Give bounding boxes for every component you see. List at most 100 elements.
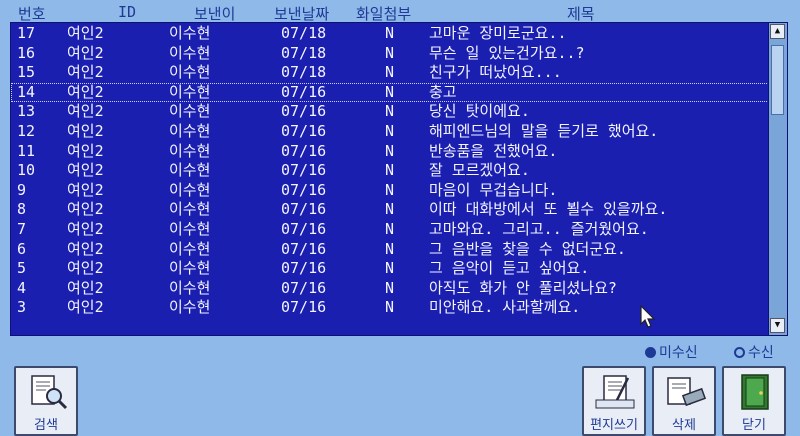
- scrollbar[interactable]: ▲ ▼: [768, 23, 787, 335]
- cell-date: 07/16: [281, 220, 327, 238]
- radio-unread-dot[interactable]: [645, 347, 656, 358]
- table-row[interactable]: 15 여인2 이수현 07/18 N 친구가 떠났어요...: [11, 63, 769, 82]
- cell-date: 07/16: [281, 239, 327, 258]
- radio-read-dot[interactable]: [734, 347, 745, 358]
- cell-subject: 해피엔드님의 말을 듣기로 했어요.: [429, 122, 659, 140]
- cell-no: 13: [17, 102, 36, 121]
- cell-id: 여인2: [67, 82, 104, 101]
- cell-attach: N: [385, 102, 395, 121]
- cell-no: 11: [17, 141, 36, 160]
- cell-date: 07/16: [281, 298, 327, 317]
- cell-no: 16: [17, 43, 36, 62]
- cell-date: 07/16: [281, 278, 327, 297]
- delete-button[interactable]: 삭제: [652, 366, 716, 436]
- scroll-thumb[interactable]: [771, 45, 784, 115]
- cell-id: 여인2: [67, 24, 104, 42]
- cell-subject: 고마와요. 그리고.. 즐거웠어요.: [429, 220, 649, 238]
- table-row[interactable]: 9 여인2 이수현 07/16 N 마음이 무겁습니다.: [11, 181, 769, 200]
- search-button-label: 검색: [34, 418, 58, 433]
- table-row[interactable]: 17 여인2 이수현 07/18 N 고마운 장미로군요..: [11, 24, 769, 43]
- table-row[interactable]: 5 여인2 이수현 07/16 N 그 음악이 듣고 싶어요.: [11, 259, 769, 278]
- cell-no: 9: [17, 180, 27, 199]
- cell-id: 여인2: [67, 122, 104, 140]
- cell-no: 6: [17, 239, 27, 258]
- cell-subject: 고마운 장미로군요..: [429, 24, 567, 42]
- cell-sender: 이수현: [169, 239, 211, 258]
- cell-sender: 이수현: [169, 259, 211, 278]
- cell-id: 여인2: [67, 239, 104, 258]
- cell-sender: 이수현: [169, 220, 211, 238]
- radio-unread-label: 미수신: [659, 345, 698, 361]
- radio-unread[interactable]: 미수신: [645, 342, 698, 362]
- table-row[interactable]: 6 여인2 이수현 07/16 N 그 음반을 찾을 수 없더군요.: [11, 240, 769, 259]
- compose-button-label: 편지쓰기: [590, 418, 638, 433]
- cell-attach: N: [385, 82, 395, 101]
- cell-date: 07/16: [281, 180, 327, 199]
- mouse-cursor-icon: [640, 305, 656, 328]
- table-row[interactable]: 11 여인2 이수현 07/16 N 반송품을 전했어요.: [11, 142, 769, 161]
- close-button[interactable]: 닫기: [722, 366, 786, 436]
- cell-no: 10: [17, 161, 36, 180]
- message-list[interactable]: 17 여인2 이수현 07/18 N 고마운 장미로군요.. 16 여인2 이수현 07/18 N 무…: [10, 22, 788, 336]
- table-row[interactable]: 10 여인2 이수현 07/16 N 잘 모르겠어요.: [11, 161, 769, 180]
- cell-attach: N: [385, 220, 395, 238]
- compose-button[interactable]: 편지쓰기: [582, 366, 646, 436]
- cell-subject: 마음이 무겁습니다.: [429, 180, 558, 199]
- cell-subject: 무슨 일 있는건가요..?: [429, 43, 585, 62]
- cell-subject: 잘 모르겠어요.: [429, 161, 530, 180]
- cell-sender: 이수현: [169, 24, 211, 42]
- table-row[interactable]: 14 여인2 이수현 07/16 N 충고: [11, 82, 769, 102]
- table-row[interactable]: 8 여인2 이수현 07/16 N 이따 대화방에서 또 뵐수 있을까요.: [11, 200, 769, 219]
- search-icon: [31, 375, 68, 410]
- cell-attach: N: [385, 200, 395, 219]
- table-row[interactable]: 12 여인2 이수현 07/16 N 해피엔드님의 말을 듣기로 했어요.: [11, 122, 769, 141]
- cell-sender: 이수현: [169, 141, 211, 160]
- cell-date: 07/16: [281, 102, 327, 121]
- header-date: 보낸날짜: [274, 5, 330, 23]
- cell-no: 8: [17, 200, 27, 219]
- cell-date: 07/18: [281, 24, 327, 42]
- cell-id: 여인2: [67, 259, 104, 278]
- cell-no: 4: [17, 278, 27, 297]
- cell-attach: N: [385, 180, 395, 199]
- close-button-label: 닫기: [742, 418, 766, 433]
- cell-sender: 이수현: [169, 278, 211, 297]
- cell-sender: 이수현: [169, 180, 211, 199]
- cell-subject: 그 음반을 찾을 수 없더군요.: [429, 239, 626, 258]
- compose-icon: [595, 375, 635, 409]
- cell-date: 07/18: [281, 63, 327, 82]
- cell-no: 7: [17, 220, 27, 238]
- door-icon: [741, 374, 769, 410]
- table-row[interactable]: 7 여인2 이수현 07/16 N 고마와요. 그리고.. 즐거웠어요.: [11, 220, 769, 239]
- table-row[interactable]: 4 여인2 이수현 07/16 N 아직도 화가 안 풀리셨나요?: [11, 279, 769, 298]
- cell-id: 여인2: [67, 220, 104, 238]
- radio-read[interactable]: 수신: [734, 342, 774, 362]
- cell-date: 07/18: [281, 43, 327, 62]
- cell-id: 여인2: [67, 141, 104, 160]
- cell-subject: 그 음악이 듣고 싶어요.: [429, 259, 590, 278]
- cell-subject: 아직도 화가 안 풀리셨나요?: [429, 278, 617, 297]
- cell-sender: 이수현: [169, 122, 211, 140]
- table-row[interactable]: 16 여인2 이수현 07/18 N 무슨 일 있는건가요..?: [11, 44, 769, 63]
- delete-icon: [667, 377, 707, 407]
- header-id: ID: [118, 3, 137, 21]
- cell-id: 여인2: [67, 278, 104, 297]
- cell-no: 12: [17, 122, 36, 140]
- scroll-up-icon[interactable]: ▲: [770, 24, 785, 39]
- cell-date: 07/16: [281, 122, 327, 140]
- cell-subject: 반송품을 전했어요.: [429, 141, 558, 160]
- cell-sender: 이수현: [169, 82, 211, 101]
- cell-attach: N: [385, 259, 395, 278]
- table-row[interactable]: 13 여인2 이수현 07/16 N 당신 탓이에요.: [11, 102, 769, 121]
- cell-sender: 이수현: [169, 102, 211, 121]
- cell-id: 여인2: [67, 180, 104, 199]
- cell-no: 17: [17, 24, 36, 42]
- cell-no: 14: [17, 82, 36, 101]
- cell-no: 5: [17, 259, 27, 278]
- column-header: 번호 ID 보낸이 보낸날짜 화일첨부 제목: [0, 0, 800, 23]
- search-button[interactable]: 검색: [14, 366, 78, 436]
- header-sender: 보낸이: [194, 5, 236, 23]
- scroll-down-icon[interactable]: ▼: [770, 318, 785, 333]
- cell-id: 여인2: [67, 43, 104, 62]
- cell-sender: 이수현: [169, 200, 211, 219]
